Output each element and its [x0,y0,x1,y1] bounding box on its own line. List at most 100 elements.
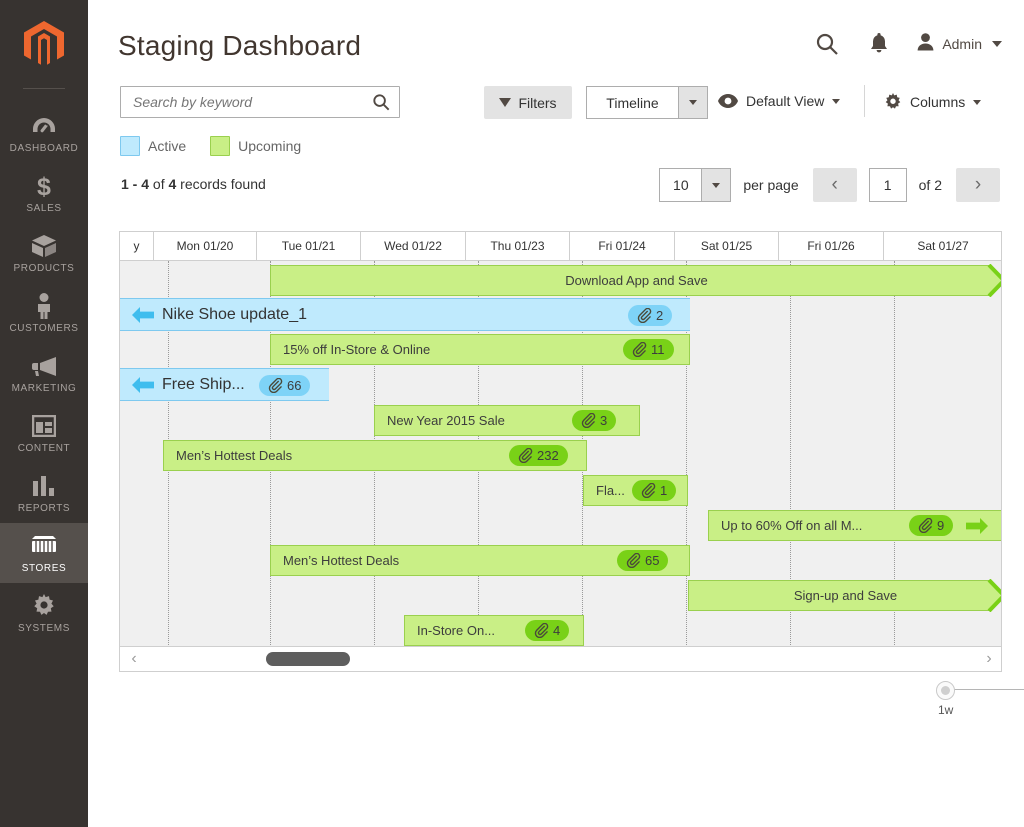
paperclip-icon [637,308,652,323]
page-header: Staging Dashboard Admin [88,0,1024,82]
toolbar-divider [864,85,865,117]
arrow-left-icon [132,376,154,394]
chevron-right-icon [987,579,1002,612]
chevron-down-icon [689,100,697,105]
gantt-bar[interactable]: Free Ship...66 [120,368,329,401]
sidebar-item-customers[interactable]: CUSTOMERS [0,283,88,343]
pagination-of-label: of 2 [919,177,942,193]
gantt-bar-attachment-badge: 232 [509,445,568,466]
gantt-column-header: y [120,232,154,260]
gantt-column-header: Mon 01/20 [154,232,257,260]
sidebar-item-products[interactable]: PRODUCTS [0,223,88,283]
paperclip-icon [268,378,283,393]
pagination: 10 per page ‹ 1 of 2 › [659,168,1000,202]
gantt-column-header: Sat 01/25 [675,232,779,260]
sidebar-item-marketing[interactable]: MARKETING [0,343,88,403]
gantt-bar-label: 15% off In-Store & Online [283,342,430,357]
page-number-input[interactable]: 1 [869,168,907,202]
scroll-track[interactable] [148,647,975,672]
gantt-horizontal-scrollbar[interactable]: ‹ › [120,646,1002,671]
admin-label: Admin [942,36,982,52]
legend-label: Upcoming [238,138,301,154]
chevron-down-icon [973,100,981,105]
records-total: 4 [168,176,176,192]
magento-logo-icon [24,21,64,67]
sidebar-divider [23,88,65,89]
gear-icon [884,93,902,111]
gantt-bar-label: Sign-up and Save [794,588,897,603]
user-avatar-icon [917,33,934,56]
columns-control[interactable]: Columns [884,93,981,111]
arrow-left-icon [132,306,154,324]
sidebar-item-label: MARKETING [0,383,88,394]
paperclip-icon [918,518,933,533]
gantt-bar-label: Men’s Hottest Deals [176,448,292,463]
records-count: 1 - 4 of 4 records found [121,176,266,192]
gantt-bar[interactable]: New Year 2015 Sale3 [374,405,640,436]
search-input[interactable] [131,87,361,117]
search-submit-icon[interactable] [373,94,390,116]
legend-item-active: Active [120,136,186,156]
header-actions: Admin [801,26,1002,62]
gantt-column-header: Fri 01/24 [570,232,675,260]
gantt-bar-attachment-count: 65 [645,553,659,568]
sidebar-item-label: PRODUCTS [0,263,88,274]
search-box[interactable] [120,86,400,118]
sidebar-item-systems[interactable]: SYSTEMS [0,583,88,643]
sidebar-item-dashboard[interactable]: DASHBOARD [0,103,88,163]
sidebar-item-stores[interactable]: STORES [0,523,88,583]
chevron-down-icon [712,183,720,188]
scroll-thumb[interactable] [266,652,350,666]
gantt-bar-label: In-Store On... [417,623,495,638]
timeline-value: Timeline [586,86,678,119]
default-view-control[interactable]: Default View [718,93,840,109]
gantt-column-header: Wed 01/22 [361,232,466,260]
paperclip-icon [581,413,596,428]
gantt-bar-attachment-badge: 11 [623,339,674,360]
gantt-bar-attachment-count: 3 [600,413,607,428]
sidebar-item-reports[interactable]: REPORTS [0,463,88,523]
gantt-column-header: Tue 01/21 [257,232,361,260]
gear-icon [0,593,88,619]
svg-text:$: $ [37,173,51,199]
timeline-dropdown-toggle[interactable] [678,86,708,119]
records-suffix: records found [180,176,266,192]
gantt-bar[interactable]: In-Store On...4 [404,615,584,646]
timeline-zoom-slider[interactable]: 1w 4w [936,681,1024,727]
gantt-bar[interactable]: Men’s Hottest Deals 232 [163,440,587,471]
bell-icon[interactable] [853,26,905,62]
scroll-left-icon[interactable]: ‹ [120,650,148,668]
per-page-dropdown-toggle[interactable] [701,168,731,202]
gantt-bar[interactable]: Download App and Save4 [270,265,1002,296]
dashboard-icon [0,113,88,139]
timeline-select[interactable]: Timeline [586,86,708,119]
search-icon[interactable] [801,26,853,62]
next-page-button[interactable]: › [956,168,1000,202]
gantt-bar-attachment-count: 66 [287,378,301,393]
gantt-bar[interactable]: Nike Shoe update_12 [120,298,690,331]
magento-logo[interactable] [0,0,88,88]
scroll-right-icon[interactable]: › [975,650,1002,668]
gantt-bar-attachment-badge: 66 [259,375,310,396]
gantt-bar[interactable]: Up to 60% Off on all M...9 [708,510,1002,541]
sidebar-item-sales[interactable]: $ SALES [0,163,88,223]
sidebar-item-label: REPORTS [0,503,88,514]
gantt-bar[interactable]: 15% off In-Store & Online 11 [270,334,690,365]
paperclip-icon [534,623,549,638]
per-page-value: 10 [659,168,701,202]
zoom-min-label: 1w [938,703,953,717]
gantt-bar[interactable]: Men’s Hottest Deals65 [270,545,690,576]
per-page-select[interactable]: 10 [659,168,731,202]
gantt-timeline: yMon 01/20Tue 01/21Wed 01/22Thu 01/23Fri… [119,231,1002,672]
zoom-slider-handle[interactable] [936,681,955,700]
main-content: Staging Dashboard Admin [88,0,1024,827]
admin-menu[interactable]: Admin [905,33,1002,56]
previous-page-button[interactable]: ‹ [813,168,857,202]
gantt-bar-attachment-badge: 9 [909,515,953,536]
gantt-column-header: Fri 01/26 [779,232,884,260]
gantt-bar[interactable]: Fla...1 [583,475,688,506]
sidebar-item-content[interactable]: CONTENT [0,403,88,463]
gantt-bar[interactable]: Sign-up and Save4 [688,580,1002,611]
zoom-slider-track[interactable] [946,689,1024,690]
filters-button[interactable]: Filters [484,86,572,119]
